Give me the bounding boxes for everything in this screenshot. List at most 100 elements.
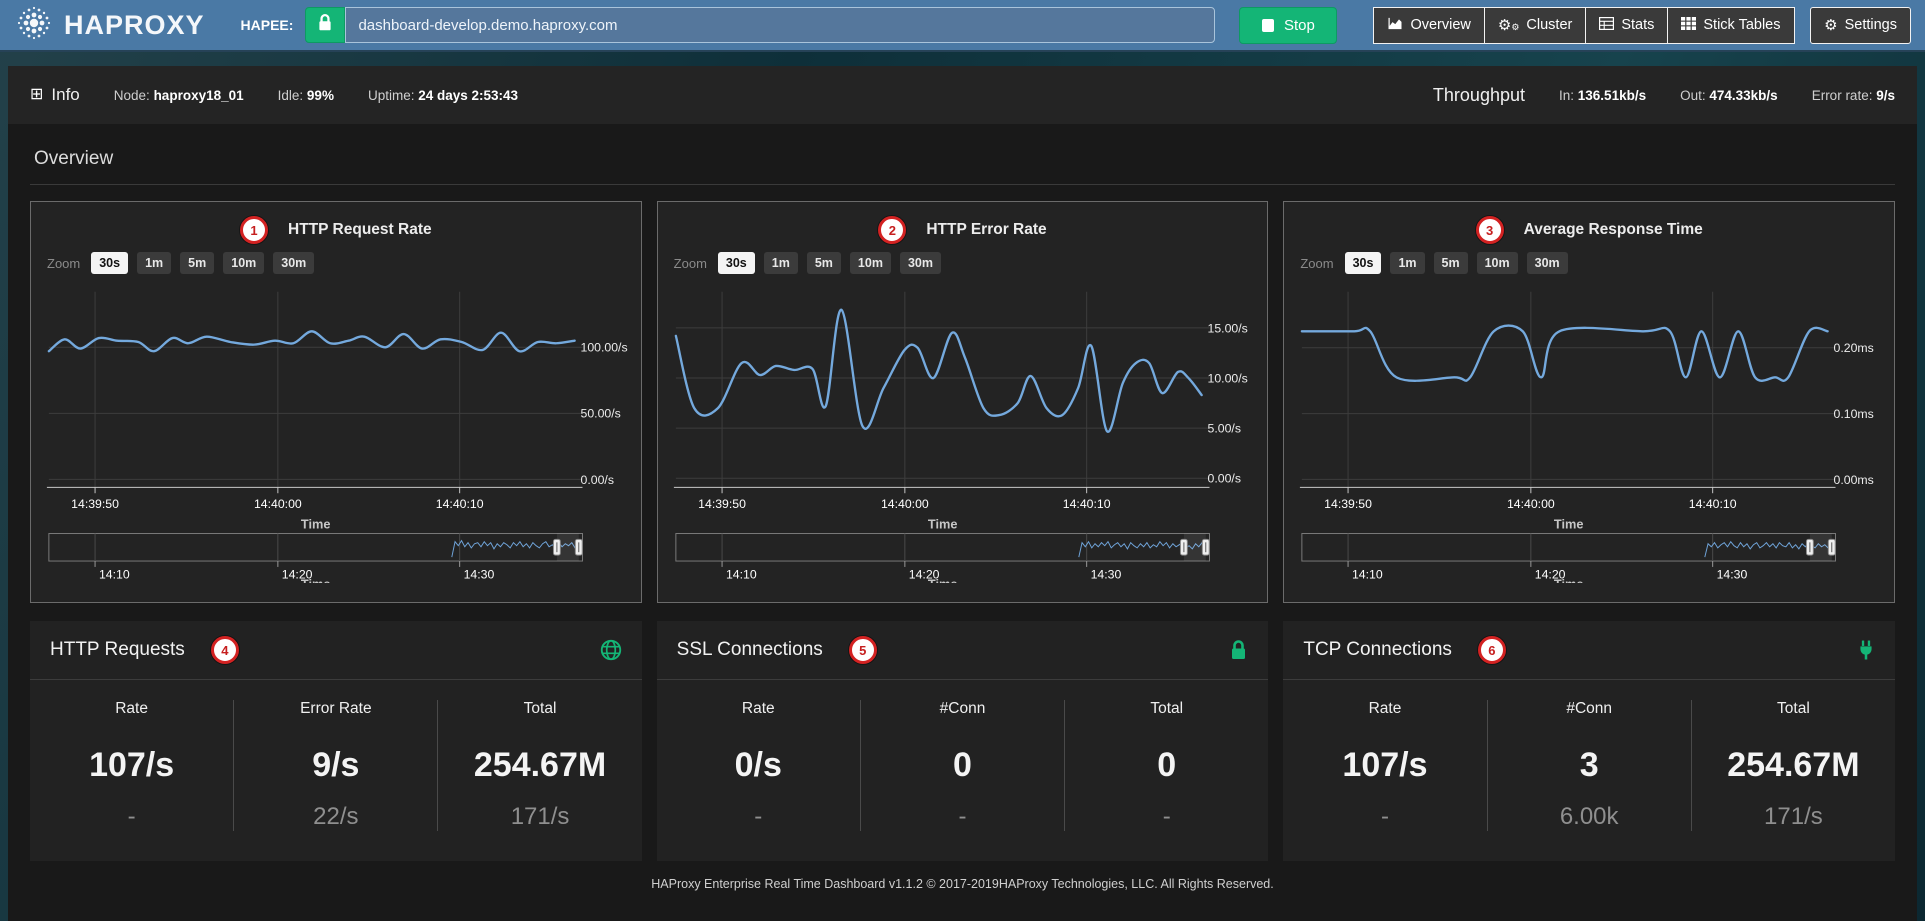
x-axis-label: 14:40:10: [436, 497, 484, 511]
zoom-option-30s-button[interactable]: 30s: [1345, 252, 1382, 274]
zoom-option-30s-button[interactable]: 30s: [91, 252, 128, 274]
stat-column-value: 9/s: [234, 746, 437, 785]
stat-column-value: 0: [861, 746, 1064, 785]
stat-card-number-badge: 5: [849, 636, 877, 664]
stat-column-subvalue: 6.00k: [1488, 803, 1691, 831]
zoom-option-1m-button[interactable]: 1m: [137, 252, 171, 274]
navigator-x-label: 14:30: [1717, 568, 1748, 582]
zoom-row: Zoom 30s 1m 5m 10m 30m: [1294, 248, 1884, 278]
zoom-label: Zoom: [47, 256, 80, 271]
stats-nav-button[interactable]: Stats: [1586, 7, 1668, 44]
navigator-x-label: 14:10: [726, 568, 757, 582]
chart-title-row: 1 HTTP Request Rate: [41, 212, 631, 248]
stat-column-header: Rate: [1283, 700, 1486, 718]
stat-card-body: Rate0/s-#Conn0-Total0-: [657, 680, 1269, 861]
zoom-option-5m-button[interactable]: 5m: [180, 252, 214, 274]
navigator-outline[interactable]: [676, 534, 1210, 562]
zoom-option-30m-button[interactable]: 30m: [1527, 252, 1568, 274]
stat-column-value: 107/s: [1283, 746, 1486, 785]
stat-column: #Conn36.00k: [1487, 700, 1691, 831]
stat-column-subvalue: -: [30, 803, 233, 831]
x-axis-label: 14:40:10: [1689, 497, 1737, 511]
throughput-in-field: In: 136.51kb/s: [1559, 88, 1646, 103]
table-icon: [1599, 17, 1614, 34]
chart-title: HTTP Request Rate: [288, 221, 432, 239]
zoom-option-10m-button[interactable]: 10m: [223, 252, 264, 274]
stat-card-title: TCP Connections: [1303, 639, 1452, 661]
uptime-field: Uptime: 24 days 2:53:43: [368, 88, 518, 103]
stat-column-subvalue: -: [861, 803, 1064, 831]
x-axis-label: 14:39:50: [698, 497, 746, 511]
x-axis-label: 14:40:00: [881, 497, 929, 511]
stat-column-value: 254.67M: [438, 746, 641, 785]
navigator-outline[interactable]: [1302, 534, 1836, 562]
stat-column-subvalue: -: [657, 803, 860, 831]
chart-plot-holder: 100.00/s50.00/s0.00/s14:39:5014:40:0014:…: [41, 278, 631, 583]
navigator-x-label: 14:30: [1090, 568, 1121, 582]
x-axis-title: Time: [1554, 517, 1584, 532]
navigator-x-axis-title: Time: [928, 577, 958, 583]
throughput-label: Throughput: [1433, 85, 1525, 106]
stats-nav-label: Stats: [1621, 17, 1654, 33]
info-toggle[interactable]: ⊞ Info: [30, 85, 80, 105]
stat-column-header: Rate: [30, 700, 233, 718]
settings-button[interactable]: ⚙ Settings: [1810, 7, 1911, 44]
overview-section: Overview 1 HTTP Request Rate Zoom 30s1m5…: [8, 124, 1917, 603]
zoom-option-5m-button[interactable]: 5m: [807, 252, 841, 274]
zoom-option-30m-button[interactable]: 30m: [900, 252, 941, 274]
chart-plot-holder: 0.20ms0.10ms0.00ms14:39:5014:40:0014:40:…: [1294, 278, 1884, 583]
x-axis-label: 14:40:00: [254, 497, 302, 511]
stat-column: Rate107/s-: [30, 700, 233, 831]
zoom-option-30m-button[interactable]: 30m: [273, 252, 314, 274]
chart-plot[interactable]: 15.00/s10.00/s5.00/s0.00/s14:39:5014:40:…: [668, 278, 1258, 583]
stat-column-subvalue: -: [1065, 803, 1268, 831]
x-axis-label: 14:39:50: [71, 497, 119, 511]
zoom-option-10m-button[interactable]: 10m: [850, 252, 891, 274]
stat-column-value: 0: [1065, 746, 1268, 785]
stat-column: Error Rate9/s22/s: [233, 700, 437, 831]
stick-tables-nav-label: Stick Tables: [1703, 17, 1780, 33]
stat-card-header: HTTP Requests 4: [30, 621, 642, 680]
chart-number-badge: 3: [1476, 216, 1504, 244]
navigator-outline[interactable]: [49, 534, 583, 562]
stat-card-number-badge: 4: [211, 636, 239, 664]
zoom-row: Zoom 30s1m5m10m30m: [668, 248, 1258, 278]
chart-plot[interactable]: 100.00/s50.00/s0.00/s14:39:5014:40:0014:…: [41, 278, 631, 583]
dashboard-url-input[interactable]: [345, 7, 1215, 43]
zoom-label: Zoom: [1300, 256, 1333, 271]
stop-button-label: Stop: [1284, 17, 1315, 34]
navigator-x-axis-title: Time: [301, 577, 331, 583]
x-axis-label: 14:40:10: [1062, 497, 1110, 511]
chart-plot[interactable]: 0.20ms0.10ms0.00ms14:39:5014:40:0014:40:…: [1294, 278, 1884, 583]
stat-column-header: Rate: [657, 700, 860, 718]
zoom-option-30s-button[interactable]: 30s: [718, 252, 755, 274]
y-axis-label: 50.00/s: [581, 407, 621, 421]
cluster-nav-button[interactable]: ⚙⚙ Cluster: [1485, 7, 1586, 44]
stat-column: #Conn0-: [860, 700, 1064, 831]
zoom-option-5m-button[interactable]: 5m: [1434, 252, 1468, 274]
nav-button-group: Overview ⚙⚙ Cluster Stats Stick Tables: [1373, 7, 1794, 44]
stick-tables-nav-button[interactable]: Stick Tables: [1668, 7, 1794, 44]
y-axis-label: 5.00/s: [1207, 422, 1240, 436]
overview-nav-button[interactable]: Overview: [1373, 7, 1484, 44]
x-axis-title: Time: [928, 517, 958, 532]
charts-row: 1 HTTP Request Rate Zoom 30s 1m 5m 10m 30m 1…: [30, 201, 1895, 603]
stat-card-title: SSL Connections: [677, 639, 823, 661]
idle-field: Idle: 99%: [278, 88, 334, 103]
chart-title: Average Response Time: [1524, 221, 1703, 239]
chart-title: HTTP Error Rate: [926, 221, 1046, 239]
y-axis-label: 15.00/s: [1207, 321, 1247, 335]
zoom-option-10m-button[interactable]: 10m: [1477, 252, 1518, 274]
hapee-label: HAPEE:: [241, 17, 294, 33]
throughput-section: Throughput In: 136.51kb/s Out: 474.33kb/…: [1433, 85, 1895, 106]
footer-text: HAProxy Enterprise Real Time Dashboard v…: [8, 861, 1917, 905]
y-axis-label: 0.10ms: [1834, 407, 1874, 421]
zoom-option-1m-button[interactable]: 1m: [1390, 252, 1424, 274]
brand-name: HAPROXY: [64, 10, 205, 41]
stat-card: TCP Connections 6 Rate107/s-#Conn36.00kT…: [1283, 621, 1895, 861]
stop-button[interactable]: Stop: [1239, 7, 1337, 44]
zoom-option-1m-button[interactable]: 1m: [764, 252, 798, 274]
info-bar: ⊞ Info Node: haproxy18_01 Idle: 99% Upti…: [8, 66, 1917, 124]
stat-column-value: 3: [1488, 746, 1691, 785]
error-rate-field: Error rate: 9/s: [1812, 88, 1895, 103]
